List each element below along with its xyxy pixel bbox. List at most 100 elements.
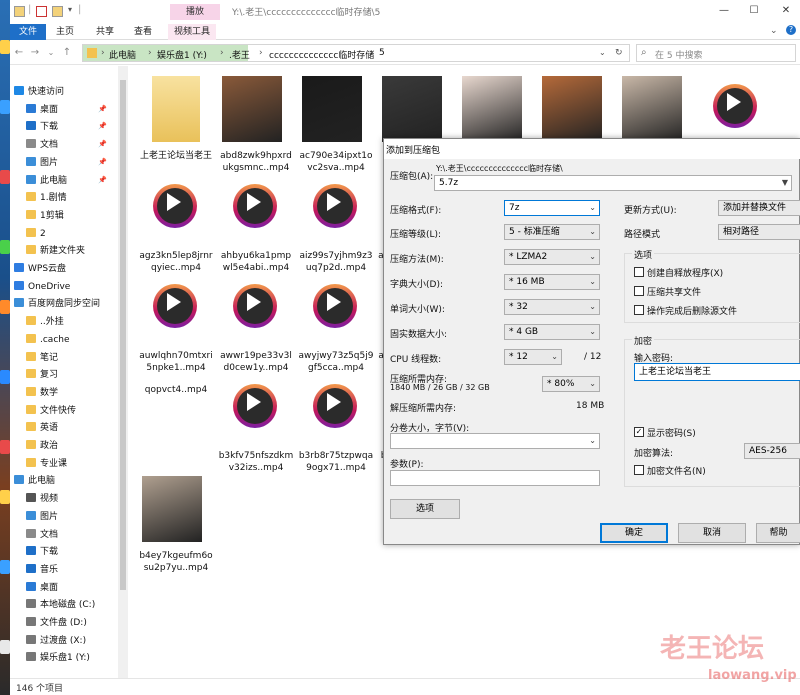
chevron-down-icon[interactable]: ⌄ — [589, 377, 596, 391]
sidebar-item[interactable]: .cache — [26, 332, 70, 349]
sidebar-item[interactable]: 1剪辑 — [26, 208, 64, 225]
sidebar-item[interactable]: 1.剧情 — [26, 190, 67, 207]
crumb-separator-icon[interactable]: › — [259, 48, 263, 58]
chevron-down-icon[interactable]: ⌄ — [589, 225, 596, 239]
sidebar-item[interactable]: WPS云盘 — [14, 261, 66, 278]
breadcrumb-folder-5[interactable]: 5 — [379, 48, 385, 58]
sidebar-item[interactable]: 文件快传 — [26, 403, 76, 420]
desktop-app-icon[interactable] — [0, 370, 10, 384]
minimize-button[interactable]: — — [716, 4, 732, 18]
sidebar-item[interactable]: 下载 — [26, 544, 58, 561]
search-box[interactable]: ⌕ 在 5 中搜索 — [636, 44, 796, 62]
sidebar-item[interactable]: 图片 — [26, 509, 58, 526]
sidebar-item[interactable]: 图片 — [26, 155, 58, 172]
shared-files-checkbox[interactable] — [634, 286, 644, 296]
chevron-down-icon[interactable]: ⌄ — [589, 300, 596, 314]
sidebar-item[interactable]: 过渡盘 (X:) — [26, 633, 86, 650]
desktop-app-icon[interactable] — [0, 490, 10, 504]
chevron-down-icon[interactable]: ▼ — [782, 176, 788, 190]
breadcrumb-drive-y[interactable]: 娱乐盘1 (Y:) — [157, 48, 207, 61]
sidebar-item[interactable]: 音乐 — [26, 562, 58, 579]
help-button[interactable]: 帮助 — [756, 523, 800, 543]
context-tab-play[interactable]: 播放 — [170, 4, 220, 20]
crumb-separator-icon[interactable]: › — [148, 48, 152, 58]
encrypt-names-checkbox[interactable] — [634, 465, 644, 475]
password-input[interactable]: 上老王论坛当老王 — [634, 363, 800, 381]
solid-block-select[interactable]: * 4 GB ⌄ — [504, 324, 600, 340]
sidebar-item[interactable]: 笔记 — [26, 350, 58, 367]
sidebar-item[interactable]: 政治 — [26, 438, 58, 455]
sidebar-item[interactable]: 专业课 — [26, 456, 67, 473]
desktop-app-icon[interactable] — [0, 300, 10, 314]
sidebar-item[interactable]: 文档 — [26, 527, 58, 544]
sidebar-item[interactable]: 数学 — [26, 385, 58, 402]
cancel-button[interactable]: 取消 — [678, 523, 746, 543]
sidebar-item[interactable]: 文件盘 (D:) — [26, 615, 87, 632]
update-mode-select[interactable]: 添加并替换文件 — [718, 200, 800, 216]
sidebar-item[interactable]: 新建文件夹 — [26, 243, 85, 260]
sidebar-item[interactable]: OneDrive — [14, 279, 70, 296]
address-history-chevron-icon[interactable]: ⌄ — [599, 48, 606, 57]
parameters-input[interactable] — [390, 470, 600, 486]
help-icon[interactable]: ? — [786, 25, 796, 35]
sidebar-item[interactable]: 下载 — [26, 119, 58, 136]
cpu-threads-select[interactable]: * 12 ⌄ — [504, 349, 562, 365]
sidebar-item[interactable]: 桌面 — [26, 102, 58, 119]
close-button[interactable]: ✕ — [778, 4, 794, 18]
chevron-down-icon[interactable]: ⌄ — [589, 201, 596, 215]
sidebar-item[interactable]: 娱乐盘1 (Y:) — [26, 650, 90, 667]
split-volume-combobox[interactable]: ⌄ — [390, 433, 600, 449]
navigation-scrollbar-thumb[interactable] — [120, 80, 126, 590]
chevron-down-icon[interactable]: ⌄ — [589, 250, 596, 264]
sidebar-item[interactable]: 视频 — [26, 491, 58, 508]
sidebar-item[interactable]: 2 — [26, 226, 46, 243]
desktop-app-icon[interactable] — [0, 640, 10, 654]
tab-share[interactable]: 共享 — [90, 24, 120, 40]
dictionary-select[interactable]: * 16 MB ⌄ — [504, 274, 600, 290]
expand-ribbon-chevron-icon[interactable]: ⌄ — [770, 26, 778, 36]
tab-video-tools[interactable]: 视频工具 — [168, 24, 217, 40]
desktop-app-icon[interactable] — [0, 560, 10, 574]
maximize-button[interactable]: ☐ — [746, 4, 762, 18]
sidebar-item[interactable]: 桌面 — [26, 580, 58, 597]
archive-name-combobox[interactable]: 5.7z ▼ — [434, 175, 792, 191]
chevron-down-icon[interactable]: ⌄ — [589, 434, 596, 448]
sidebar-item[interactable]: 此电脑 — [14, 473, 55, 490]
method-select[interactable]: * LZMA2 ⌄ — [504, 249, 600, 265]
address-bar[interactable]: › 此电脑 › 娱乐盘1 (Y:) › .老王 › cccccccccccccc… — [82, 44, 630, 62]
properties-icon[interactable] — [36, 6, 47, 17]
show-password-checkbox[interactable]: ✓ — [634, 427, 644, 437]
sidebar-item[interactable]: 复习 — [26, 367, 58, 384]
sidebar-item[interactable]: 文档 — [26, 137, 58, 154]
path-mode-select[interactable]: 相对路径 — [718, 224, 800, 240]
customize-toolbar-chevron-icon[interactable]: ▾ — [68, 5, 72, 14]
tab-view[interactable]: 查看 — [128, 24, 158, 40]
back-arrow-icon[interactable]: ← — [12, 45, 26, 61]
forward-arrow-icon[interactable]: → — [28, 45, 42, 61]
recent-locations-chevron-icon[interactable]: ⌄ — [44, 45, 58, 61]
sidebar-item[interactable]: 快速访问 — [14, 84, 64, 101]
refresh-icon[interactable]: ↻ — [615, 48, 623, 58]
breadcrumb-this-pc[interactable]: 此电脑 — [109, 48, 136, 61]
new-folder-icon[interactable] — [52, 6, 63, 17]
options-button[interactable]: 选项 — [390, 499, 460, 519]
sidebar-item[interactable]: 此电脑 — [26, 173, 67, 190]
desktop-app-icon[interactable] — [0, 100, 10, 114]
tab-file[interactable]: 文件 — [10, 24, 46, 40]
ok-button[interactable]: 确定 — [600, 523, 668, 543]
desktop-app-icon[interactable] — [0, 170, 10, 184]
sidebar-item[interactable]: 本地磁盘 (C:) — [26, 597, 95, 614]
crumb-separator-icon[interactable]: › — [220, 48, 224, 58]
breadcrumb-temp-storage[interactable]: cccccccccccccc临时存储 — [269, 48, 374, 61]
tab-home[interactable]: 主页 — [50, 24, 80, 40]
level-select[interactable]: 5 - 标准压缩 ⌄ — [504, 224, 600, 240]
format-select[interactable]: 7z ⌄ — [504, 200, 600, 216]
encryption-method-select[interactable]: AES-256 — [744, 443, 800, 459]
delete-source-checkbox[interactable] — [634, 305, 644, 315]
sfx-checkbox[interactable] — [634, 267, 644, 277]
crumb-separator-icon[interactable]: › — [101, 48, 105, 58]
sidebar-item[interactable]: ..外挂 — [26, 314, 64, 331]
chevron-down-icon[interactable]: ⌄ — [589, 275, 596, 289]
crumb-separator-icon[interactable]: › — [369, 48, 373, 58]
desktop-app-icon[interactable] — [0, 240, 10, 254]
